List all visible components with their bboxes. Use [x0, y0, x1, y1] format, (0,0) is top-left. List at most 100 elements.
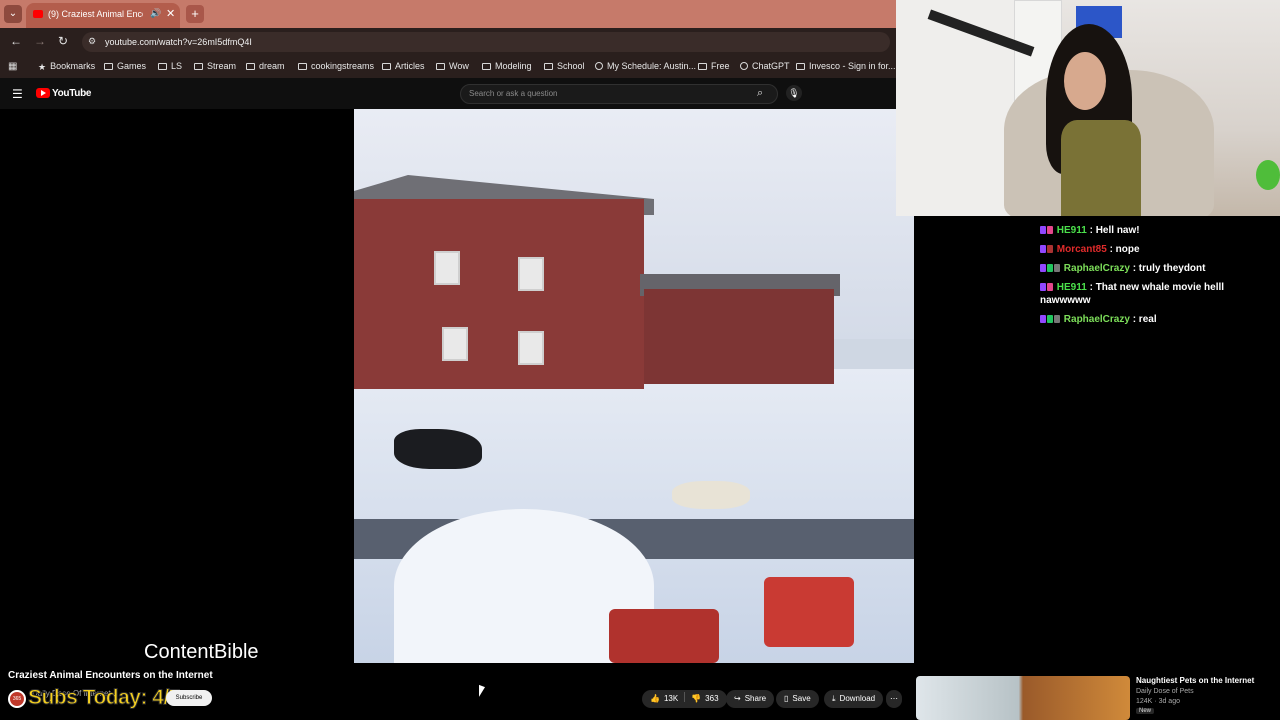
- back-arrow-icon[interactable]: ←: [10, 34, 22, 48]
- folder-icon: [158, 63, 167, 70]
- badge-icon: [1040, 264, 1046, 272]
- chat-username[interactable]: RaphaelCrazy: [1064, 314, 1130, 325]
- browser-toolbar: ← → ↻ ⚙ youtube.com/watch?v=26mI5dfmQ4I: [0, 28, 896, 56]
- chat-username[interactable]: HE911: [1057, 225, 1087, 236]
- bookmark-item[interactable]: Games: [104, 61, 146, 71]
- new-tab-button[interactable]: +: [186, 5, 204, 23]
- youtube-header: ☰ YouTube Search or ask a question ⌕ 🎙: [0, 78, 896, 109]
- download-button[interactable]: ⤓ Download: [824, 690, 884, 708]
- recommended-channel[interactable]: Daily Dose of Pets: [1136, 688, 1194, 695]
- like-dislike-group: 👍 13K 👎 363: [642, 690, 727, 708]
- chat-text: : Hell naw!: [1089, 225, 1140, 236]
- tab-list-button[interactable]: ⌄: [4, 5, 22, 23]
- video-title: Craziest Animal Encounters on the Intern…: [8, 670, 213, 681]
- bookmarks-bar: ▦ ★ Bookmarks Games LS Stream dream cooki…: [0, 56, 896, 78]
- badge-icon: [1047, 245, 1053, 253]
- bookmark-item[interactable]: Modeling: [482, 61, 532, 71]
- bookmark-item[interactable]: dream: [246, 61, 285, 71]
- tab-title: (9) Craziest Animal Encount: [48, 9, 143, 19]
- recommended-title[interactable]: Naughtiest Pets on the Internet: [1136, 676, 1254, 685]
- badge-icon: [1040, 315, 1046, 323]
- chat-message: RaphaelCrazy : truly theydont: [1040, 262, 1270, 275]
- video-window: [442, 327, 468, 361]
- bookmark-icon: ▯: [784, 694, 789, 703]
- folder-icon: [698, 63, 707, 70]
- apps-grid-icon[interactable]: ▦: [8, 61, 17, 72]
- forward-arrow-icon[interactable]: →: [34, 34, 46, 48]
- badge-icon: [1040, 283, 1046, 291]
- speaker-icon[interactable]: 🔊: [150, 8, 161, 19]
- webcam-feed: [896, 0, 1280, 216]
- like-count[interactable]: 13K: [664, 694, 678, 703]
- bookmark-item[interactable]: Stream: [194, 61, 236, 71]
- webcam-person-top: [1061, 120, 1141, 216]
- chat-text: : truly theydont: [1132, 263, 1206, 274]
- bookmark-item[interactable]: Wow: [436, 61, 469, 71]
- channel-avatar[interactable]: 365: [8, 690, 26, 708]
- youtube-favicon-icon: [33, 10, 43, 18]
- chat-username[interactable]: RaphaelCrazy: [1064, 263, 1130, 274]
- video-window: [434, 251, 460, 285]
- site-info-icon[interactable]: ⚙: [88, 36, 96, 47]
- share-icon: ↪: [734, 694, 741, 703]
- browser-tab[interactable]: (9) Craziest Animal Encount 🔊 ✕: [26, 3, 180, 28]
- video-building: [354, 199, 644, 389]
- video-crate: [764, 577, 854, 647]
- bookmark-item[interactable]: ChatGPT: [740, 61, 790, 71]
- address-bar[interactable]: ⚙ youtube.com/watch?v=26mI5dfmQ4I: [82, 32, 890, 52]
- badge-icon: [1047, 264, 1053, 272]
- bookmark-item[interactable]: Articles: [382, 61, 425, 71]
- bookmark-item[interactable]: ★ Bookmarks: [38, 61, 95, 73]
- video-window: [518, 331, 544, 365]
- menu-icon[interactable]: ☰: [12, 87, 23, 101]
- more-actions-button[interactable]: ⋯: [886, 690, 902, 708]
- download-icon: ⤓: [832, 694, 836, 703]
- bookmark-item[interactable]: LS: [158, 61, 182, 71]
- bookmark-item[interactable]: cookingstreams: [298, 61, 374, 71]
- video-crate: [609, 609, 719, 663]
- star-icon: ★: [38, 62, 47, 72]
- share-button[interactable]: ↪ Share: [726, 690, 775, 708]
- recommended-meta: 124K · 3d ago: [1136, 698, 1180, 705]
- play-triangle-icon: [41, 90, 46, 96]
- badge-icon: [1047, 226, 1053, 234]
- bookmark-item[interactable]: Invesco - Sign in for...: [796, 61, 896, 71]
- badge-icon: [1054, 315, 1060, 323]
- badge-icon: [1040, 245, 1046, 253]
- video-player[interactable]: [354, 109, 914, 663]
- folder-icon: [298, 63, 307, 70]
- chat-text: : nope: [1109, 244, 1140, 255]
- chatgpt-icon: [740, 62, 748, 70]
- subscribe-button[interactable]: Subscribe: [166, 690, 212, 706]
- close-icon[interactable]: ✕: [166, 7, 175, 20]
- chat-username[interactable]: Morcant85: [1057, 244, 1107, 255]
- chat-message: RaphaelCrazy : real: [1040, 313, 1270, 326]
- youtube-logo-text[interactable]: YouTube: [52, 88, 92, 99]
- save-button[interactable]: ▯ Save: [776, 690, 819, 708]
- folder-icon: [544, 63, 553, 70]
- dislike-count[interactable]: 363: [705, 694, 718, 703]
- content-label: ContentBible: [144, 641, 259, 663]
- search-icon[interactable]: ⌕: [757, 87, 763, 100]
- bookmark-item[interactable]: Free: [698, 61, 730, 71]
- globe-icon: [595, 62, 603, 70]
- chat-username[interactable]: HE911: [1057, 282, 1087, 293]
- badge-icon: [1047, 283, 1053, 291]
- search-input[interactable]: Search or ask a question ⌕: [460, 84, 778, 104]
- thumbs-up-icon[interactable]: 👍: [650, 694, 660, 703]
- thumbs-down-icon[interactable]: 👎: [691, 694, 701, 703]
- invesco-icon: [796, 63, 805, 70]
- chat-text: : real: [1132, 314, 1157, 325]
- reload-icon[interactable]: ↻: [58, 34, 68, 48]
- folder-icon: [104, 63, 113, 70]
- bookmark-item[interactable]: My Schedule: Austin...: [595, 61, 696, 71]
- folder-icon: [382, 63, 391, 70]
- recommended-thumbnail[interactable]: [916, 676, 1130, 720]
- bookmark-item[interactable]: School: [544, 61, 585, 71]
- chat-message: HE911 : Hell naw!: [1040, 224, 1270, 237]
- subs-today-counter: Subs Today: 4/7: [28, 686, 181, 710]
- microphone-icon[interactable]: 🎙: [786, 85, 802, 101]
- folder-icon: [482, 63, 491, 70]
- folder-icon: [436, 63, 445, 70]
- badge-icon: [1047, 315, 1053, 323]
